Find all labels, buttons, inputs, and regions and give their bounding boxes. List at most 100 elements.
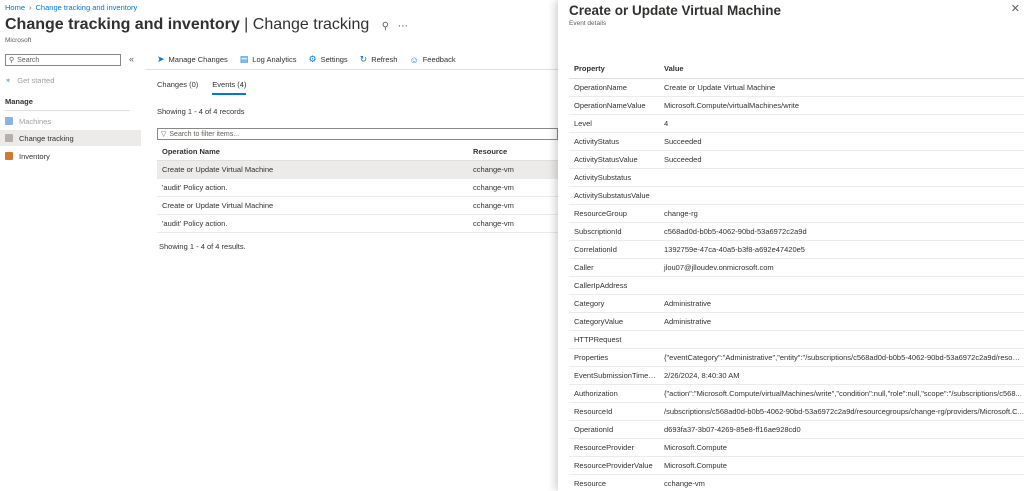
table-row[interactable]: 'audit' Policy action. cchange-vm <box>157 214 558 233</box>
property-row: OperationName Create or Update Virtual Ma… <box>569 78 1024 97</box>
log-analytics-label: Log Analytics <box>252 55 297 64</box>
log-analytics-button[interactable]: ▤ Log Analytics <box>240 54 297 65</box>
property-name: EventSubmissionTimest... <box>569 366 659 385</box>
property-value: cchange-vm <box>659 474 1024 491</box>
property-row: Level 4 <box>569 114 1024 133</box>
property-value <box>659 330 1024 349</box>
settings-label: Settings <box>320 55 348 64</box>
property-value: d693fa37-3b07-4269-85e8-ff16ae928cd0 <box>659 420 1024 439</box>
property-value: 4 <box>659 114 1024 133</box>
property-row: HTTPRequest <box>569 330 1024 349</box>
property-value: Succeeded <box>659 150 1024 169</box>
filter-input[interactable]: ▽ Search to filter items... <box>157 128 558 140</box>
table-row[interactable]: Create or Update Virtual Machine cchange… <box>157 160 558 179</box>
settings-button[interactable]: ⚙ Settings <box>308 54 347 65</box>
property-value <box>659 168 1024 187</box>
property-row: Authorization {"action":"Microsoft.Comput… <box>569 384 1024 403</box>
property-name: ActivityStatusValue <box>569 150 659 169</box>
cell-operation-name: Create or Update Virtual Machine <box>157 160 468 179</box>
property-name: Level <box>569 114 659 133</box>
property-name: HTTPRequest <box>569 330 659 349</box>
tab-events[interactable]: Events (4) <box>212 80 247 95</box>
property-name: Caller <box>569 258 659 277</box>
sidebar-item-get-started[interactable]: ✶ Get started <box>0 72 141 88</box>
search-icon: ⚲ <box>9 57 15 64</box>
property-row: Resource cchange-vm <box>569 474 1024 491</box>
property-value <box>659 276 1024 295</box>
refresh-icon: ↻ <box>359 54 368 64</box>
property-value: Administrative <box>659 312 1024 331</box>
events-table: Operation Name Resource Create or Update… <box>157 144 558 233</box>
property-name: ResourceGroup <box>569 204 659 223</box>
sidebar-search-placeholder: Search <box>17 56 40 64</box>
cell-resource: cchange-vm <box>468 214 558 233</box>
refresh-button[interactable]: ↻ Refresh <box>360 54 398 65</box>
toolbar-divider <box>146 69 558 70</box>
column-header-resource[interactable]: Resource <box>468 144 558 161</box>
sidebar-item-label: Inventory <box>19 151 50 161</box>
column-header-property: Property <box>569 60 659 79</box>
property-value: {"action":"Microsoft.Compute/virtualMach… <box>659 384 1024 403</box>
property-row: ResourceGroup change-rg <box>569 204 1024 223</box>
cell-resource: cchange-vm <box>468 178 558 197</box>
tab-bar: Changes (0) Events (4) <box>157 80 247 95</box>
cell-resource: cchange-vm <box>468 196 558 215</box>
breadcrumb: Home › Change tracking and inventory <box>5 3 137 12</box>
property-row: Category Administrative <box>569 294 1024 313</box>
sidebar-item-label: Change tracking <box>19 133 74 143</box>
property-row: Caller jlou07@jlloudev.onmicrosoft.com <box>569 258 1024 277</box>
property-row: ResourceProvider Microsoft.Compute <box>569 438 1024 457</box>
property-value <box>659 186 1024 205</box>
property-value: jlou07@jlloudev.onmicrosoft.com <box>659 258 1024 277</box>
property-value: change-rg <box>659 204 1024 223</box>
sidebar-item-label: Get started <box>17 75 55 85</box>
feedback-icon: ☺ <box>409 54 419 65</box>
manage-changes-button[interactable]: ➤ Manage Changes <box>157 54 228 65</box>
property-name: ActivitySubstatus <box>569 168 659 187</box>
results-count: Showing 1 - 4 of 4 results. <box>159 242 246 251</box>
table-header-row: Operation Name Resource <box>157 144 558 161</box>
breadcrumb-home[interactable]: Home <box>5 3 25 12</box>
panel-title: Create or Update Virtual Machine <box>569 3 782 18</box>
panel-subtitle: Event details <box>569 20 607 27</box>
refresh-label: Refresh <box>371 55 398 64</box>
property-value: {"eventCategory":"Administrative","entit… <box>659 348 1024 367</box>
column-header-operation-name[interactable]: Operation Name <box>157 144 468 161</box>
page-title-sub: | Change tracking <box>239 16 370 33</box>
cell-resource: cchange-vm <box>468 160 558 179</box>
table-row[interactable]: 'audit' Policy action. cchange-vm <box>157 178 558 197</box>
property-value: 1392759e-47ca-40a5-b3f8-a692e47420e5 <box>659 240 1024 259</box>
cell-operation-name: 'audit' Policy action. <box>157 214 468 233</box>
page-subtitle: Microsoft <box>5 37 32 44</box>
breadcrumb-change-tracking[interactable]: Change tracking and inventory <box>36 3 138 12</box>
property-name: ResourceProviderValue <box>569 456 659 475</box>
sidebar-item-change-tracking[interactable]: Change tracking <box>0 130 141 146</box>
log-icon: ▤ <box>239 54 249 64</box>
tab-changes[interactable]: Changes (0) <box>157 80 198 95</box>
property-value: Microsoft.Compute <box>659 456 1024 475</box>
manage-changes-label: Manage Changes <box>168 55 228 64</box>
close-icon[interactable]: ✕ <box>1011 2 1020 15</box>
property-row: CorrelationId 1392759e-47ca-40a5-b3f8-a69… <box>569 240 1024 259</box>
feedback-button[interactable]: ☺ Feedback <box>409 55 455 65</box>
property-name: OperationNameValue <box>569 96 659 115</box>
records-count: Showing 1 - 4 of 4 records <box>157 107 245 116</box>
property-name: ResourceProvider <box>569 438 659 457</box>
table-header-row: Property Value <box>569 60 1024 79</box>
property-name: CorrelationId <box>569 240 659 259</box>
property-name: OperationName <box>569 78 659 97</box>
property-name: Resource <box>569 474 659 491</box>
feedback-label: Feedback <box>422 55 456 64</box>
inventory-icon <box>5 152 13 160</box>
table-row[interactable]: Create or Update Virtual Machine cchange… <box>157 196 558 215</box>
collapse-sidebar-icon[interactable]: « <box>129 54 134 64</box>
sidebar-item-inventory[interactable]: Inventory <box>0 148 141 164</box>
property-value: c568ad0d-b0b5-4062-90bd-53a6972c2a9d <box>659 222 1024 241</box>
property-row: OperationId d693fa37-3b07-4269-85e8-ff16a… <box>569 420 1024 439</box>
event-details-panel: Create or Update Virtual Machine Event d… <box>558 0 1024 491</box>
more-icon[interactable]: ⋯ <box>398 21 408 32</box>
sidebar-item-machines[interactable]: Machines <box>0 113 141 129</box>
property-name: ResourceId <box>569 402 659 421</box>
sidebar-search-input[interactable]: ⚲ Search <box>5 54 121 66</box>
pin-icon[interactable]: ⚲ <box>382 21 389 32</box>
